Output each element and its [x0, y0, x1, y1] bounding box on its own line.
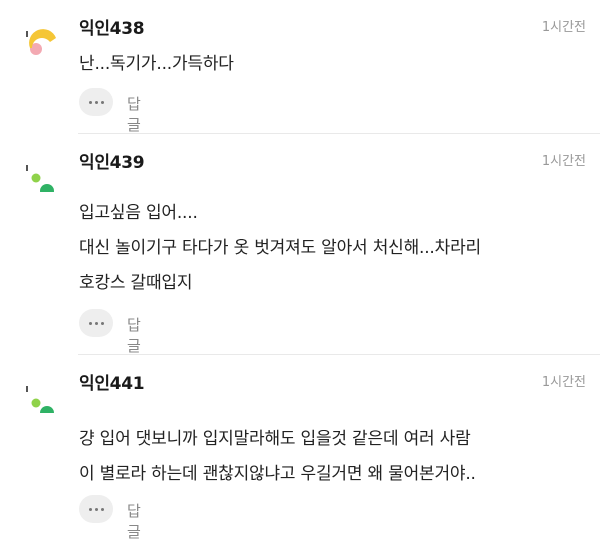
comment-item: 익인438 1시간전 난...독기가...가득하다 답글 [0, 0, 600, 135]
reply-button[interactable]: 답글 [127, 314, 141, 356]
more-dot [94, 100, 98, 104]
avatar[interactable] [20, 14, 64, 58]
comment-line: 대신 놀이기구 타다가 옷 벗겨져도 알아서 처신해...차라리 [79, 238, 481, 258]
more-options-button[interactable] [79, 495, 113, 523]
avatar[interactable] [20, 148, 64, 198]
reply-button[interactable]: 답글 [127, 93, 141, 135]
comment-item: 익인441 1시간전 걍 입어 댓보니까 입지말라해도 입을것 같은데 여러 사… [0, 355, 600, 549]
avatar-green-dots-icon [26, 386, 54, 420]
comment-body: 난...독기가...가득하다 [79, 47, 586, 82]
more-dots-icon [88, 507, 92, 511]
more-options-button[interactable] [79, 88, 113, 116]
more-dot [94, 507, 98, 511]
reply-button[interactable]: 답글 [127, 500, 141, 542]
comment-body: 입고싶음 입어.... 대신 놀이기구 타다가 옷 벗겨져도 알아서 처신해..… [79, 196, 586, 301]
more-dots-icon [88, 100, 92, 104]
avatar[interactable] [20, 369, 64, 420]
comment-body: 걍 입어 댓보니까 입지말라해도 입을것 같은데 여러 사람 이 별로라 하는데… [79, 422, 586, 492]
more-dot [94, 321, 98, 325]
author-name[interactable]: 익인439 [79, 148, 145, 173]
comment-line: 호캉스 갈때입지 [79, 273, 193, 293]
timestamp: 1시간전 [541, 20, 586, 35]
more-dot [100, 100, 104, 104]
avatar-yellow-pink-icon [26, 27, 58, 55]
more-options-button[interactable] [79, 309, 113, 337]
author-name[interactable]: 익인441 [79, 369, 145, 394]
more-dot [100, 321, 104, 325]
more-dots-icon [88, 321, 92, 325]
comment-line: 입고싶음 입어.... [79, 203, 198, 223]
comment-line: 이 별로라 하는데 괜찮지않냐고 우길거면 왜 물어본거야.. [79, 464, 476, 484]
comment-line: 난...독기가...가득하다 [79, 54, 234, 74]
comment-line: 걍 입어 댓보니까 입지말라해도 입을것 같은데 여러 사람 [79, 429, 471, 449]
timestamp: 1시간전 [541, 154, 586, 169]
author-name[interactable]: 익인438 [79, 14, 145, 39]
avatar-green-dots-icon [26, 165, 54, 198]
more-dot [100, 507, 104, 511]
timestamp: 1시간전 [541, 375, 586, 390]
comment-item: 익인439 1시간전 입고싶음 입어.... 대신 놀이기구 타다가 옷 벗겨져… [0, 134, 600, 356]
